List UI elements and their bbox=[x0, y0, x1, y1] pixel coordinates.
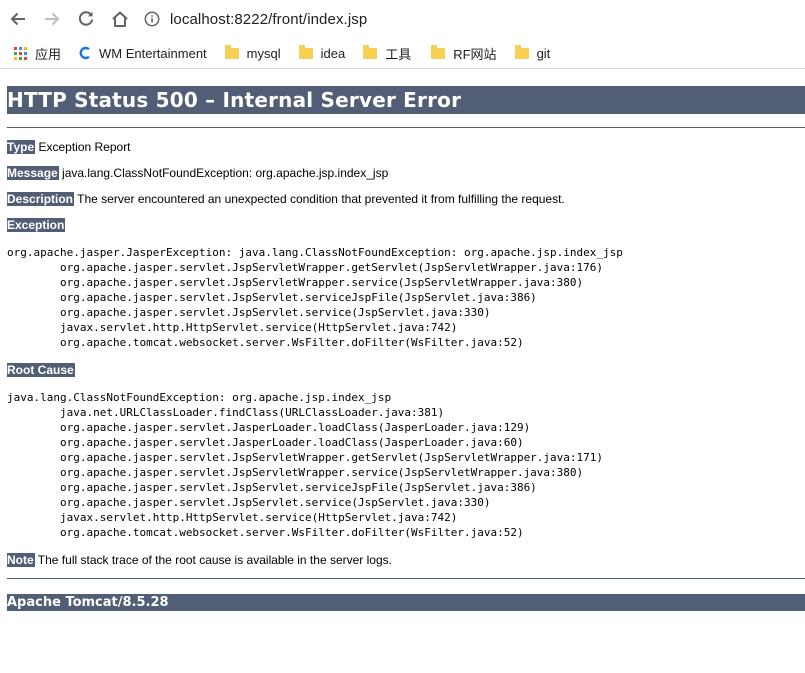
bookmark-label: idea bbox=[320, 45, 346, 61]
back-button[interactable] bbox=[2, 3, 34, 35]
bookmarks-bar: 应用 WM Entertainment mysql idea 工具 RF网站 g… bbox=[0, 38, 805, 69]
message-label: Message bbox=[7, 166, 59, 180]
forward-button[interactable] bbox=[36, 3, 68, 35]
bookmark-idea[interactable]: idea bbox=[298, 41, 346, 65]
bookmark-wm-entertainment[interactable]: WM Entertainment bbox=[79, 41, 207, 65]
folder-icon bbox=[224, 44, 239, 59]
bookmark-mysql[interactable]: mysql bbox=[224, 41, 281, 65]
bookmark-tools[interactable]: 工具 bbox=[363, 41, 411, 65]
exception-label: Exception bbox=[7, 218, 66, 232]
title-divider bbox=[7, 127, 805, 128]
note-row: Note The full stack trace of the root ca… bbox=[7, 552, 392, 568]
home-button[interactable] bbox=[104, 3, 136, 35]
note-label: Note bbox=[7, 553, 35, 567]
root-cause-row: Root Cause bbox=[7, 362, 75, 378]
folder-icon bbox=[431, 44, 446, 59]
forward-arrow-icon bbox=[45, 12, 60, 26]
bookmark-label: RF网站 bbox=[453, 46, 497, 62]
folder-icon bbox=[298, 44, 313, 59]
folder-icon bbox=[363, 44, 378, 59]
reload-icon bbox=[78, 11, 94, 26]
message-value: java.lang.ClassNotFoundException: org.ap… bbox=[62, 166, 389, 180]
bookmark-label: mysql bbox=[246, 45, 281, 61]
address-bar[interactable]: localhost:8222/front/index.jsp bbox=[144, 4, 367, 34]
url-text[interactable]: localhost:8222/front/index.jsp bbox=[170, 11, 367, 28]
root-cause-label: Root Cause bbox=[7, 363, 75, 377]
exception-stack-trace: org.apache.jasper.JasperException: java.… bbox=[7, 246, 623, 349]
home-icon bbox=[112, 11, 128, 27]
root-cause-stack-trace: java.lang.ClassNotFoundException: org.ap… bbox=[7, 391, 604, 539]
type-label: Type bbox=[7, 140, 36, 154]
apps-grid-icon bbox=[14, 46, 27, 60]
type-value: Exception Report bbox=[38, 140, 131, 154]
server-version-footer: Apache Tomcat/8.5.28 bbox=[7, 594, 805, 611]
bookmark-label: git bbox=[536, 45, 551, 61]
bookmark-apps[interactable]: 应用 bbox=[14, 41, 61, 65]
info-icon[interactable] bbox=[144, 11, 160, 27]
exception-row: Exception bbox=[7, 217, 66, 233]
bookmark-label: WM Entertainment bbox=[99, 45, 207, 61]
bookmark-label: 工具 bbox=[385, 46, 412, 62]
folder-icon bbox=[514, 44, 529, 59]
bookmark-rf-site[interactable]: RF网站 bbox=[431, 41, 497, 65]
message-row: Message java.lang.ClassNotFoundException… bbox=[7, 165, 388, 181]
reload-button[interactable] bbox=[70, 3, 102, 35]
bookmark-git[interactable]: git bbox=[514, 41, 551, 65]
bookmark-label: 应用 bbox=[35, 46, 62, 62]
page-content: HTTP Status 500 – Internal Server Error bbox=[0, 86, 805, 128]
site-c-icon bbox=[79, 46, 90, 60]
footer-divider bbox=[7, 578, 805, 579]
description-row: Description The server encountered an un… bbox=[7, 191, 565, 207]
note-value: The full stack trace of the root cause i… bbox=[37, 553, 392, 567]
browser-toolbar: localhost:8222/front/index.jsp bbox=[0, 0, 805, 38]
back-arrow-icon bbox=[10, 12, 25, 26]
type-row: Type Exception Report bbox=[7, 139, 131, 155]
page-title: HTTP Status 500 – Internal Server Error bbox=[7, 86, 805, 114]
description-value: The server encountered an unexpected con… bbox=[77, 192, 565, 206]
description-label: Description bbox=[7, 192, 75, 206]
